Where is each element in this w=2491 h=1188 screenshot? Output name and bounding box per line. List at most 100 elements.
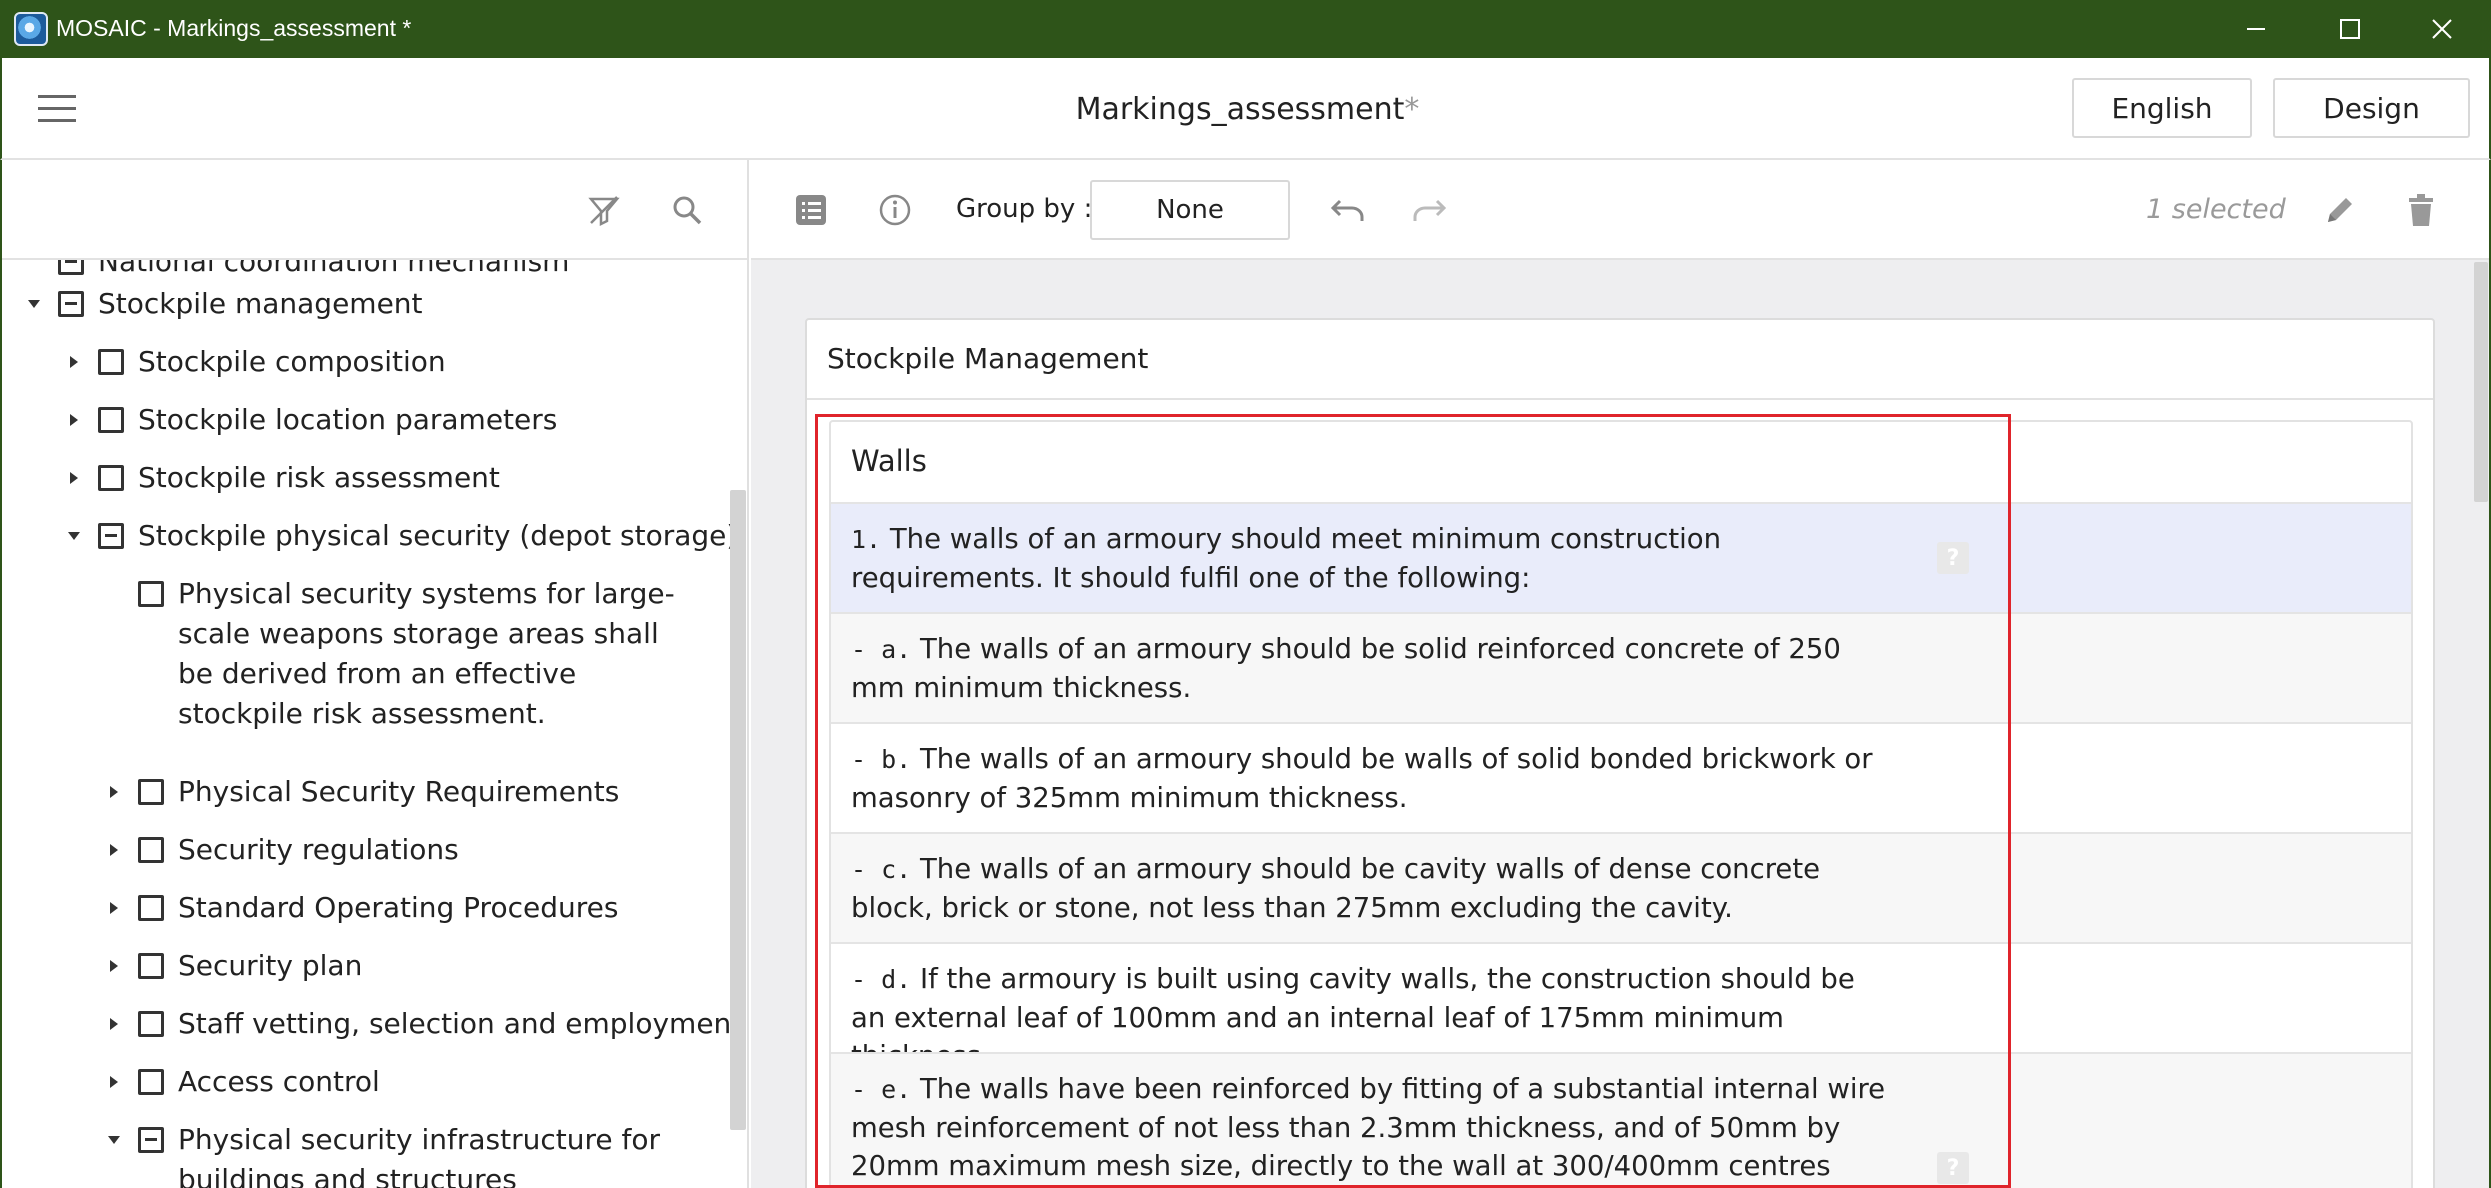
tree-item-stockpile-physical-security[interactable]: Stockpile physical security (depot stora… [64, 516, 737, 556]
tree-item-physical-security-systems[interactable]: Physical security systems for large-scal… [104, 574, 704, 734]
help-icon[interactable]: ? [1937, 542, 1969, 574]
tree-checkbox[interactable] [138, 581, 164, 607]
close-button[interactable] [2396, 0, 2488, 58]
expand-caret-icon[interactable] [64, 400, 84, 440]
question-number: - b. [851, 745, 912, 774]
walls-section: Walls 1. The walls of an armoury should … [829, 420, 2413, 1188]
edit-pencil-icon[interactable] [2320, 190, 2360, 230]
question-text: - e. The walls have been reinforced by f… [851, 1070, 1891, 1188]
right-toolbar: Group by : None 1 selected [751, 160, 2489, 260]
question-body: The walls have been reinforced by fittin… [851, 1073, 1886, 1182]
tree-item-access-control[interactable]: Access control [104, 1062, 380, 1102]
minimize-button[interactable] [2210, 0, 2302, 58]
tree-item-stockpile-management[interactable]: Stockpile management [24, 284, 423, 324]
tree-checkbox[interactable] [138, 1069, 164, 1095]
tree-checkbox[interactable] [138, 1011, 164, 1037]
tree-item-national-coordination[interactable]: National coordination mechanism [24, 260, 569, 282]
app-header: Markings_assessment* English Design [0, 58, 2491, 160]
document-name: Markings_assessment [1075, 92, 1405, 127]
question-body: The walls of an armoury should be walls … [851, 743, 1873, 814]
list-view-icon[interactable] [791, 190, 831, 230]
tree-item-physical-security-infrastructure[interactable]: Physical security infrastructure for bui… [104, 1120, 704, 1188]
selected-count: 1 selected [2146, 194, 2286, 225]
search-icon[interactable] [667, 190, 707, 230]
undo-icon[interactable] [1328, 190, 1368, 230]
tree-item-label: Physical security systems for large-scal… [178, 577, 675, 730]
tree-item-label: Stockpile physical security (depot stora… [138, 519, 738, 552]
tree-checkbox[interactable] [138, 837, 164, 863]
question-text: - b. The walls of an armoury should be w… [851, 740, 1891, 817]
question-text: 1. The walls of an armoury should meet m… [851, 520, 1891, 597]
tree-item-label: Security regulations [178, 833, 459, 866]
collapse-caret-icon[interactable] [24, 284, 44, 324]
tree-item-physical-security-requirements[interactable]: Physical Security Requirements [104, 772, 619, 812]
tree-item-security-plan[interactable]: Security plan [104, 946, 362, 986]
collapse-caret-icon[interactable] [64, 516, 84, 556]
tree-checkbox[interactable] [138, 779, 164, 805]
tree-item-label: Security plan [178, 949, 363, 982]
tree-checkbox[interactable] [58, 291, 84, 317]
stockpile-management-card: Stockpile Management Walls 1. The walls … [805, 318, 2435, 1188]
question-row[interactable]: - a. The walls of an armoury should be s… [831, 612, 2411, 722]
question-row[interactable]: - b. The walls of an armoury should be w… [831, 722, 2411, 832]
tree-item-label: Stockpile risk assessment [138, 461, 500, 494]
tree-item-stockpile-location[interactable]: Stockpile location parameters [64, 400, 557, 440]
delete-trash-icon[interactable] [2401, 190, 2441, 230]
tree-item-label: Stockpile management [98, 287, 423, 320]
tree-item-security-regulations[interactable]: Security regulations [104, 830, 459, 870]
tree-checkbox[interactable] [58, 260, 84, 275]
expand-caret-icon[interactable] [104, 888, 124, 928]
design-button[interactable]: Design [2273, 78, 2470, 138]
tree-item-staff-vetting[interactable]: Staff vetting, selection and employment [104, 1004, 742, 1044]
question-number: - e. [851, 1075, 912, 1104]
group-by-select[interactable]: None [1090, 180, 1290, 240]
question-row[interactable]: - d. If the armoury is built using cavit… [831, 942, 2411, 1072]
filter-clear-icon[interactable] [584, 190, 624, 230]
tree-item-stockpile-composition[interactable]: Stockpile composition [64, 342, 446, 382]
tree-checkbox[interactable] [138, 895, 164, 921]
left-tree-panel: National coordination mechanism Stockpil… [2, 160, 749, 1188]
tree-checkbox[interactable] [138, 953, 164, 979]
question-number: - d. [851, 965, 912, 994]
expand-caret-icon[interactable] [64, 458, 84, 498]
expand-caret-icon[interactable] [104, 830, 124, 870]
language-button[interactable]: English [2072, 78, 2252, 138]
question-row[interactable]: - e. The walls have been reinforced by f… [831, 1052, 2411, 1188]
collapse-caret-icon[interactable] [104, 1120, 124, 1160]
question-body: The walls of an armoury should be solid … [851, 633, 1841, 704]
minimize-icon [2247, 28, 2265, 30]
question-row[interactable]: 1. The walls of an armoury should meet m… [831, 502, 2411, 612]
help-icon[interactable]: ? [1937, 1152, 1969, 1184]
question-text: - a. The walls of an armoury should be s… [851, 630, 1891, 707]
left-toolbar [2, 160, 747, 260]
tree-item-standard-operating-procedures[interactable]: Standard Operating Procedures [104, 888, 618, 928]
card-divider [807, 398, 2433, 400]
right-scrollbar[interactable] [2474, 262, 2488, 502]
tree-item-label: Physical security infrastructure for bui… [178, 1123, 661, 1188]
tree-item-label: Stockpile composition [138, 345, 446, 378]
maximize-button[interactable] [2304, 0, 2396, 58]
window-titlebar: MOSAIC - Markings_assessment * [0, 0, 2491, 58]
expand-caret-icon[interactable] [104, 1062, 124, 1102]
question-row[interactable]: - c. The walls of an armoury should be c… [831, 832, 2411, 942]
expand-caret-icon[interactable] [104, 1004, 124, 1044]
left-scrollbar[interactable] [730, 490, 746, 1130]
card-title: Stockpile Management [827, 342, 1149, 375]
redo-icon[interactable] [1409, 190, 1449, 230]
tree-item-stockpile-risk[interactable]: Stockpile risk assessment [64, 458, 500, 498]
tree-checkbox[interactable] [98, 465, 124, 491]
expand-caret-icon[interactable] [104, 772, 124, 812]
window-title: MOSAIC - Markings_assessment * [56, 15, 412, 41]
expand-caret-icon[interactable] [64, 342, 84, 382]
tree-checkbox[interactable] [98, 349, 124, 375]
close-icon [2432, 19, 2452, 39]
info-icon[interactable] [875, 190, 915, 230]
tree-view: National coordination mechanism Stockpil… [2, 260, 747, 1188]
tree-item-label: Access control [178, 1065, 380, 1098]
tree-checkbox[interactable] [98, 523, 124, 549]
question-body: The walls of an armoury should be cavity… [851, 853, 1821, 924]
tree-checkbox[interactable] [98, 407, 124, 433]
mosaic-app-icon [14, 12, 48, 46]
tree-checkbox[interactable] [138, 1127, 164, 1153]
expand-caret-icon[interactable] [104, 946, 124, 986]
